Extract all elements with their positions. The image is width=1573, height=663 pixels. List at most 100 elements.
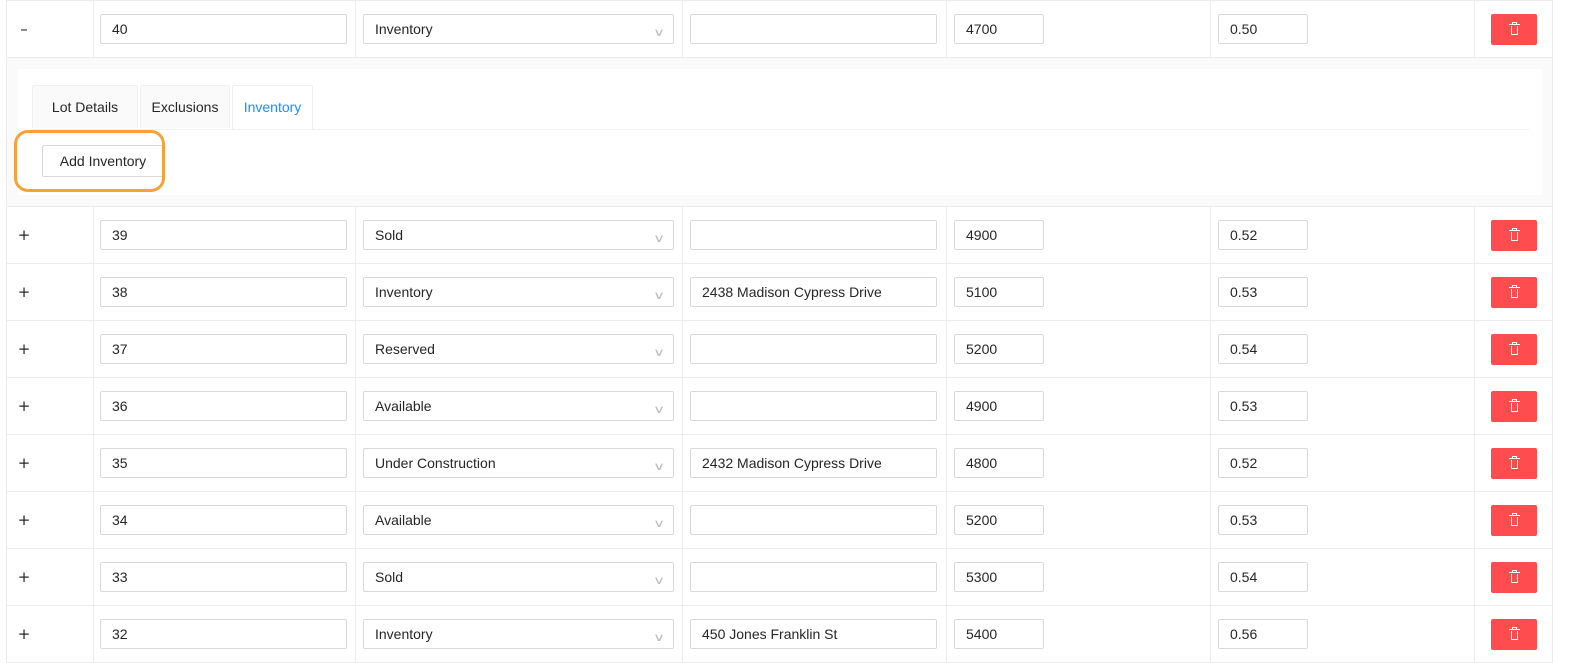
size-input[interactable]: 4900 bbox=[954, 391, 1044, 421]
status-select[interactable]: Sold ∨ bbox=[363, 220, 674, 250]
expand-row-button[interactable]: + bbox=[15, 341, 33, 357]
acreage-input[interactable]: 0.53 bbox=[1218, 391, 1308, 421]
delete-button[interactable] bbox=[1491, 562, 1537, 593]
table-row: + 36 Available ∨ 4900 0.53 bbox=[6, 378, 1553, 435]
chevron-down-icon: ∨ bbox=[652, 460, 666, 473]
address-input[interactable] bbox=[690, 14, 937, 44]
tab-lot-details[interactable]: Lot Details bbox=[32, 85, 138, 128]
address-input[interactable] bbox=[690, 562, 937, 592]
status-select[interactable]: Available ∨ bbox=[363, 391, 674, 421]
lot-number-input[interactable]: 37 bbox=[100, 334, 347, 364]
table-row: + 32 Inventory ∨ 450 Jones Franklin St 5… bbox=[6, 606, 1553, 663]
status-select[interactable]: Reserved ∨ bbox=[363, 334, 674, 364]
status-select[interactable]: Inventory ∨ bbox=[363, 619, 674, 649]
size-input[interactable]: 5200 bbox=[954, 334, 1044, 364]
chevron-down-icon: ∨ bbox=[652, 26, 666, 39]
status-select[interactable]: Available ∨ bbox=[363, 505, 674, 535]
address-input[interactable] bbox=[690, 505, 937, 535]
table-row: + 39 Sold ∨ 4900 0.52 bbox=[6, 207, 1553, 264]
address-input[interactable] bbox=[690, 391, 937, 421]
chevron-down-icon: ∨ bbox=[652, 289, 666, 302]
expand-row-button[interactable]: + bbox=[15, 626, 33, 642]
delete-button[interactable] bbox=[1491, 391, 1537, 422]
table-row: + 34 Available ∨ 5200 0.53 bbox=[6, 492, 1553, 549]
lot-number-input[interactable]: 40 bbox=[100, 14, 347, 44]
lot-number-input[interactable]: 34 bbox=[100, 505, 347, 535]
table-body: + 39 Sold ∨ 4900 0.52 + 38 Inventory ∨ 2… bbox=[6, 207, 1553, 663]
acreage-input[interactable]: 0.54 bbox=[1218, 562, 1308, 592]
chevron-down-icon: ∨ bbox=[652, 517, 666, 530]
lot-number-input[interactable]: 36 bbox=[100, 391, 347, 421]
status-select-value: Sold bbox=[375, 227, 404, 243]
address-input[interactable]: 2432 Madison Cypress Drive bbox=[690, 448, 937, 478]
lot-number-input[interactable]: 39 bbox=[100, 220, 347, 250]
lot-number-input[interactable]: 38 bbox=[100, 277, 347, 307]
expand-row-button[interactable]: + bbox=[15, 455, 33, 471]
table-row: + 35 Under Construction ∨ 2432 Madison C… bbox=[6, 435, 1553, 492]
chevron-down-icon: ∨ bbox=[652, 631, 666, 644]
status-select[interactable]: Inventory ∨ bbox=[363, 277, 674, 307]
delete-button[interactable] bbox=[1491, 220, 1537, 251]
delete-button[interactable] bbox=[1491, 14, 1537, 45]
acreage-input[interactable]: 0.52 bbox=[1218, 220, 1308, 250]
add-inventory-button[interactable]: Add Inventory bbox=[42, 145, 164, 177]
size-input[interactable]: 5400 bbox=[954, 619, 1044, 649]
delete-button[interactable] bbox=[1491, 277, 1537, 308]
status-select[interactable]: Sold ∨ bbox=[363, 562, 674, 592]
trash-icon bbox=[1508, 456, 1520, 470]
acreage-input[interactable]: 0.53 bbox=[1218, 277, 1308, 307]
address-input[interactable] bbox=[690, 220, 937, 250]
table-row: + 37 Reserved ∨ 5200 0.54 bbox=[6, 321, 1553, 378]
delete-button[interactable] bbox=[1491, 448, 1537, 479]
status-select[interactable]: Under Construction ∨ bbox=[363, 448, 674, 478]
trash-icon bbox=[1508, 570, 1520, 584]
delete-button[interactable] bbox=[1491, 619, 1537, 650]
status-select-value: Reserved bbox=[375, 341, 435, 357]
status-select-value: Inventory bbox=[375, 284, 433, 300]
trash-icon bbox=[1508, 513, 1520, 527]
size-input[interactable]: 4900 bbox=[954, 220, 1044, 250]
tab-inventory[interactable]: Inventory bbox=[232, 85, 313, 129]
acreage-input[interactable]: 0.50 bbox=[1218, 14, 1308, 44]
expand-row-button[interactable]: + bbox=[15, 284, 33, 300]
delete-button[interactable] bbox=[1491, 505, 1537, 536]
chevron-down-icon: ∨ bbox=[652, 574, 666, 587]
chevron-down-icon: ∨ bbox=[652, 232, 666, 245]
acreage-input[interactable]: 0.52 bbox=[1218, 448, 1308, 478]
address-input[interactable]: 450 Jones Franklin St bbox=[690, 619, 937, 649]
address-input[interactable] bbox=[690, 334, 937, 364]
size-input[interactable]: 4700 bbox=[954, 14, 1044, 44]
trash-icon bbox=[1508, 627, 1520, 641]
acreage-input[interactable]: 0.54 bbox=[1218, 334, 1308, 364]
expand-row-button[interactable]: + bbox=[15, 227, 33, 243]
trash-icon bbox=[1508, 342, 1520, 356]
tab-exclusions[interactable]: Exclusions bbox=[140, 85, 230, 128]
size-input[interactable]: 5300 bbox=[954, 562, 1044, 592]
size-input[interactable]: 5100 bbox=[954, 277, 1044, 307]
trash-icon bbox=[1508, 285, 1520, 299]
expand-row-button[interactable]: + bbox=[15, 512, 33, 528]
collapse-row-button[interactable]: – bbox=[15, 21, 33, 37]
acreage-input[interactable]: 0.53 bbox=[1218, 505, 1308, 535]
status-select-value: Sold bbox=[375, 569, 404, 585]
lot-number-input[interactable]: 35 bbox=[100, 448, 347, 478]
expand-row-button[interactable]: + bbox=[15, 569, 33, 585]
size-input[interactable]: 5200 bbox=[954, 505, 1044, 535]
trash-icon bbox=[1508, 22, 1520, 36]
lot-number-input[interactable]: 32 bbox=[100, 619, 347, 649]
table-row-expanded: – 40 Inventory ∨ 4700 0.50 bbox=[6, 0, 1553, 58]
lot-number-input[interactable]: 33 bbox=[100, 562, 347, 592]
status-select[interactable]: Inventory ∨ bbox=[363, 14, 674, 44]
status-select-value: Under Construction bbox=[375, 455, 496, 471]
expand-row-button[interactable]: + bbox=[15, 398, 33, 414]
tabs-panel: Lot Details Exclusions Inventory Add Inv… bbox=[18, 69, 1543, 195]
table-row: + 33 Sold ∨ 5300 0.54 bbox=[6, 549, 1553, 606]
trash-icon bbox=[1508, 228, 1520, 242]
status-select-value: Inventory bbox=[375, 21, 433, 37]
address-input[interactable]: 2438 Madison Cypress Drive bbox=[690, 277, 937, 307]
delete-button[interactable] bbox=[1491, 334, 1537, 365]
lots-table: – 40 Inventory ∨ 4700 0.50 Lot Details E… bbox=[6, 0, 1553, 663]
size-input[interactable]: 4800 bbox=[954, 448, 1044, 478]
chevron-down-icon: ∨ bbox=[652, 403, 666, 416]
acreage-input[interactable]: 0.56 bbox=[1218, 619, 1308, 649]
